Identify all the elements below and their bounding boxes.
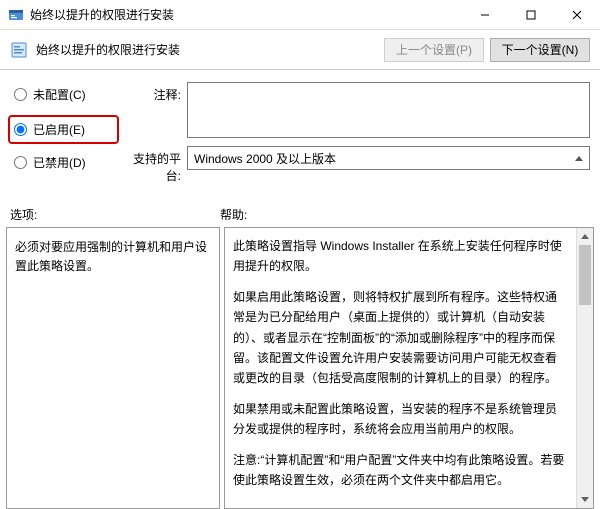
scroll-up-icon[interactable] bbox=[577, 228, 593, 245]
help-paragraph: 注意:“计算机配置”和“用户配置”文件夹中均有此策略设置。若要使此策略设置生效，… bbox=[233, 450, 565, 491]
window-controls bbox=[462, 0, 600, 29]
comment-input[interactable] bbox=[187, 82, 590, 138]
help-label: 帮助: bbox=[220, 206, 590, 223]
radio-enabled-label: 已启用(E) bbox=[33, 121, 85, 138]
state-radio-group: 未配置(C) 已启用(E) 已禁用(D) bbox=[10, 82, 125, 192]
titlebar: 始终以提升的权限进行安装 bbox=[0, 0, 600, 30]
policy-icon bbox=[10, 41, 28, 59]
radio-enabled[interactable]: 已启用(E) bbox=[8, 115, 119, 144]
radio-disabled[interactable]: 已禁用(D) bbox=[10, 154, 125, 171]
radio-not-configured[interactable]: 未配置(C) bbox=[10, 86, 125, 103]
help-paragraph: 此策略设置指导 Windows Installer 在系统上安装任何程序时使用提… bbox=[233, 236, 565, 277]
caret-up-icon[interactable] bbox=[575, 156, 583, 161]
window-title: 始终以提升的权限进行安装 bbox=[30, 6, 174, 23]
radio-disabled-label: 已禁用(D) bbox=[33, 154, 86, 171]
next-setting-button[interactable]: 下一个设置(N) bbox=[490, 38, 590, 62]
help-scrollbar[interactable] bbox=[576, 228, 593, 508]
help-paragraph: 如果启用此策略设置，则将特权扩展到所有程序。这些特权通常是为已分配给用户（桌面上… bbox=[233, 287, 565, 389]
minimize-button[interactable] bbox=[462, 0, 508, 30]
header-title: 始终以提升的权限进行安装 bbox=[36, 41, 180, 58]
options-panel-text: 必须对要应用强制的计算机和用户设置此策略设置。 bbox=[15, 240, 207, 273]
radio-not-configured-label: 未配置(C) bbox=[33, 86, 86, 103]
previous-setting-button[interactable]: 上一个设置(P) bbox=[384, 38, 484, 62]
radio-disabled-input[interactable] bbox=[14, 156, 27, 169]
scroll-down-icon[interactable] bbox=[577, 491, 593, 508]
supported-on-value: Windows 2000 及以上版本 bbox=[194, 150, 336, 167]
help-paragraph: 如果禁用或未配置此策略设置，当安装的程序不是系统管理员分发或提供的程序时，系统将… bbox=[233, 399, 565, 440]
fields-column: 注释: 支持的平台: Windows 2000 及以上版本 bbox=[125, 82, 590, 192]
header: 始终以提升的权限进行安装 上一个设置(P) 下一个设置(N) bbox=[0, 30, 600, 70]
form-area: 未配置(C) 已启用(E) 已禁用(D) 注释: 支持的平台: Windows … bbox=[0, 70, 600, 200]
scroll-thumb[interactable] bbox=[579, 245, 591, 305]
options-label: 选项: bbox=[10, 206, 220, 223]
close-button[interactable] bbox=[554, 0, 600, 30]
radio-not-configured-input[interactable] bbox=[14, 88, 27, 101]
supported-on-box: Windows 2000 及以上版本 bbox=[187, 146, 590, 170]
panels: 必须对要应用强制的计算机和用户设置此策略设置。 此策略设置指导 Windows … bbox=[0, 227, 600, 509]
maximize-button[interactable] bbox=[508, 0, 554, 30]
options-panel: 必须对要应用强制的计算机和用户设置此策略设置。 bbox=[6, 227, 220, 509]
radio-enabled-input[interactable] bbox=[14, 123, 27, 136]
supported-label: 支持的平台: bbox=[125, 146, 187, 184]
app-icon bbox=[8, 7, 24, 23]
help-scroll: 此策略设置指导 Windows Installer 在系统上安装任何程序时使用提… bbox=[233, 236, 585, 500]
help-panel: 此策略设置指导 Windows Installer 在系统上安装任何程序时使用提… bbox=[224, 227, 594, 509]
comment-label: 注释: bbox=[125, 82, 187, 138]
scroll-track[interactable] bbox=[577, 245, 593, 491]
section-labels: 选项: 帮助: bbox=[0, 200, 600, 227]
